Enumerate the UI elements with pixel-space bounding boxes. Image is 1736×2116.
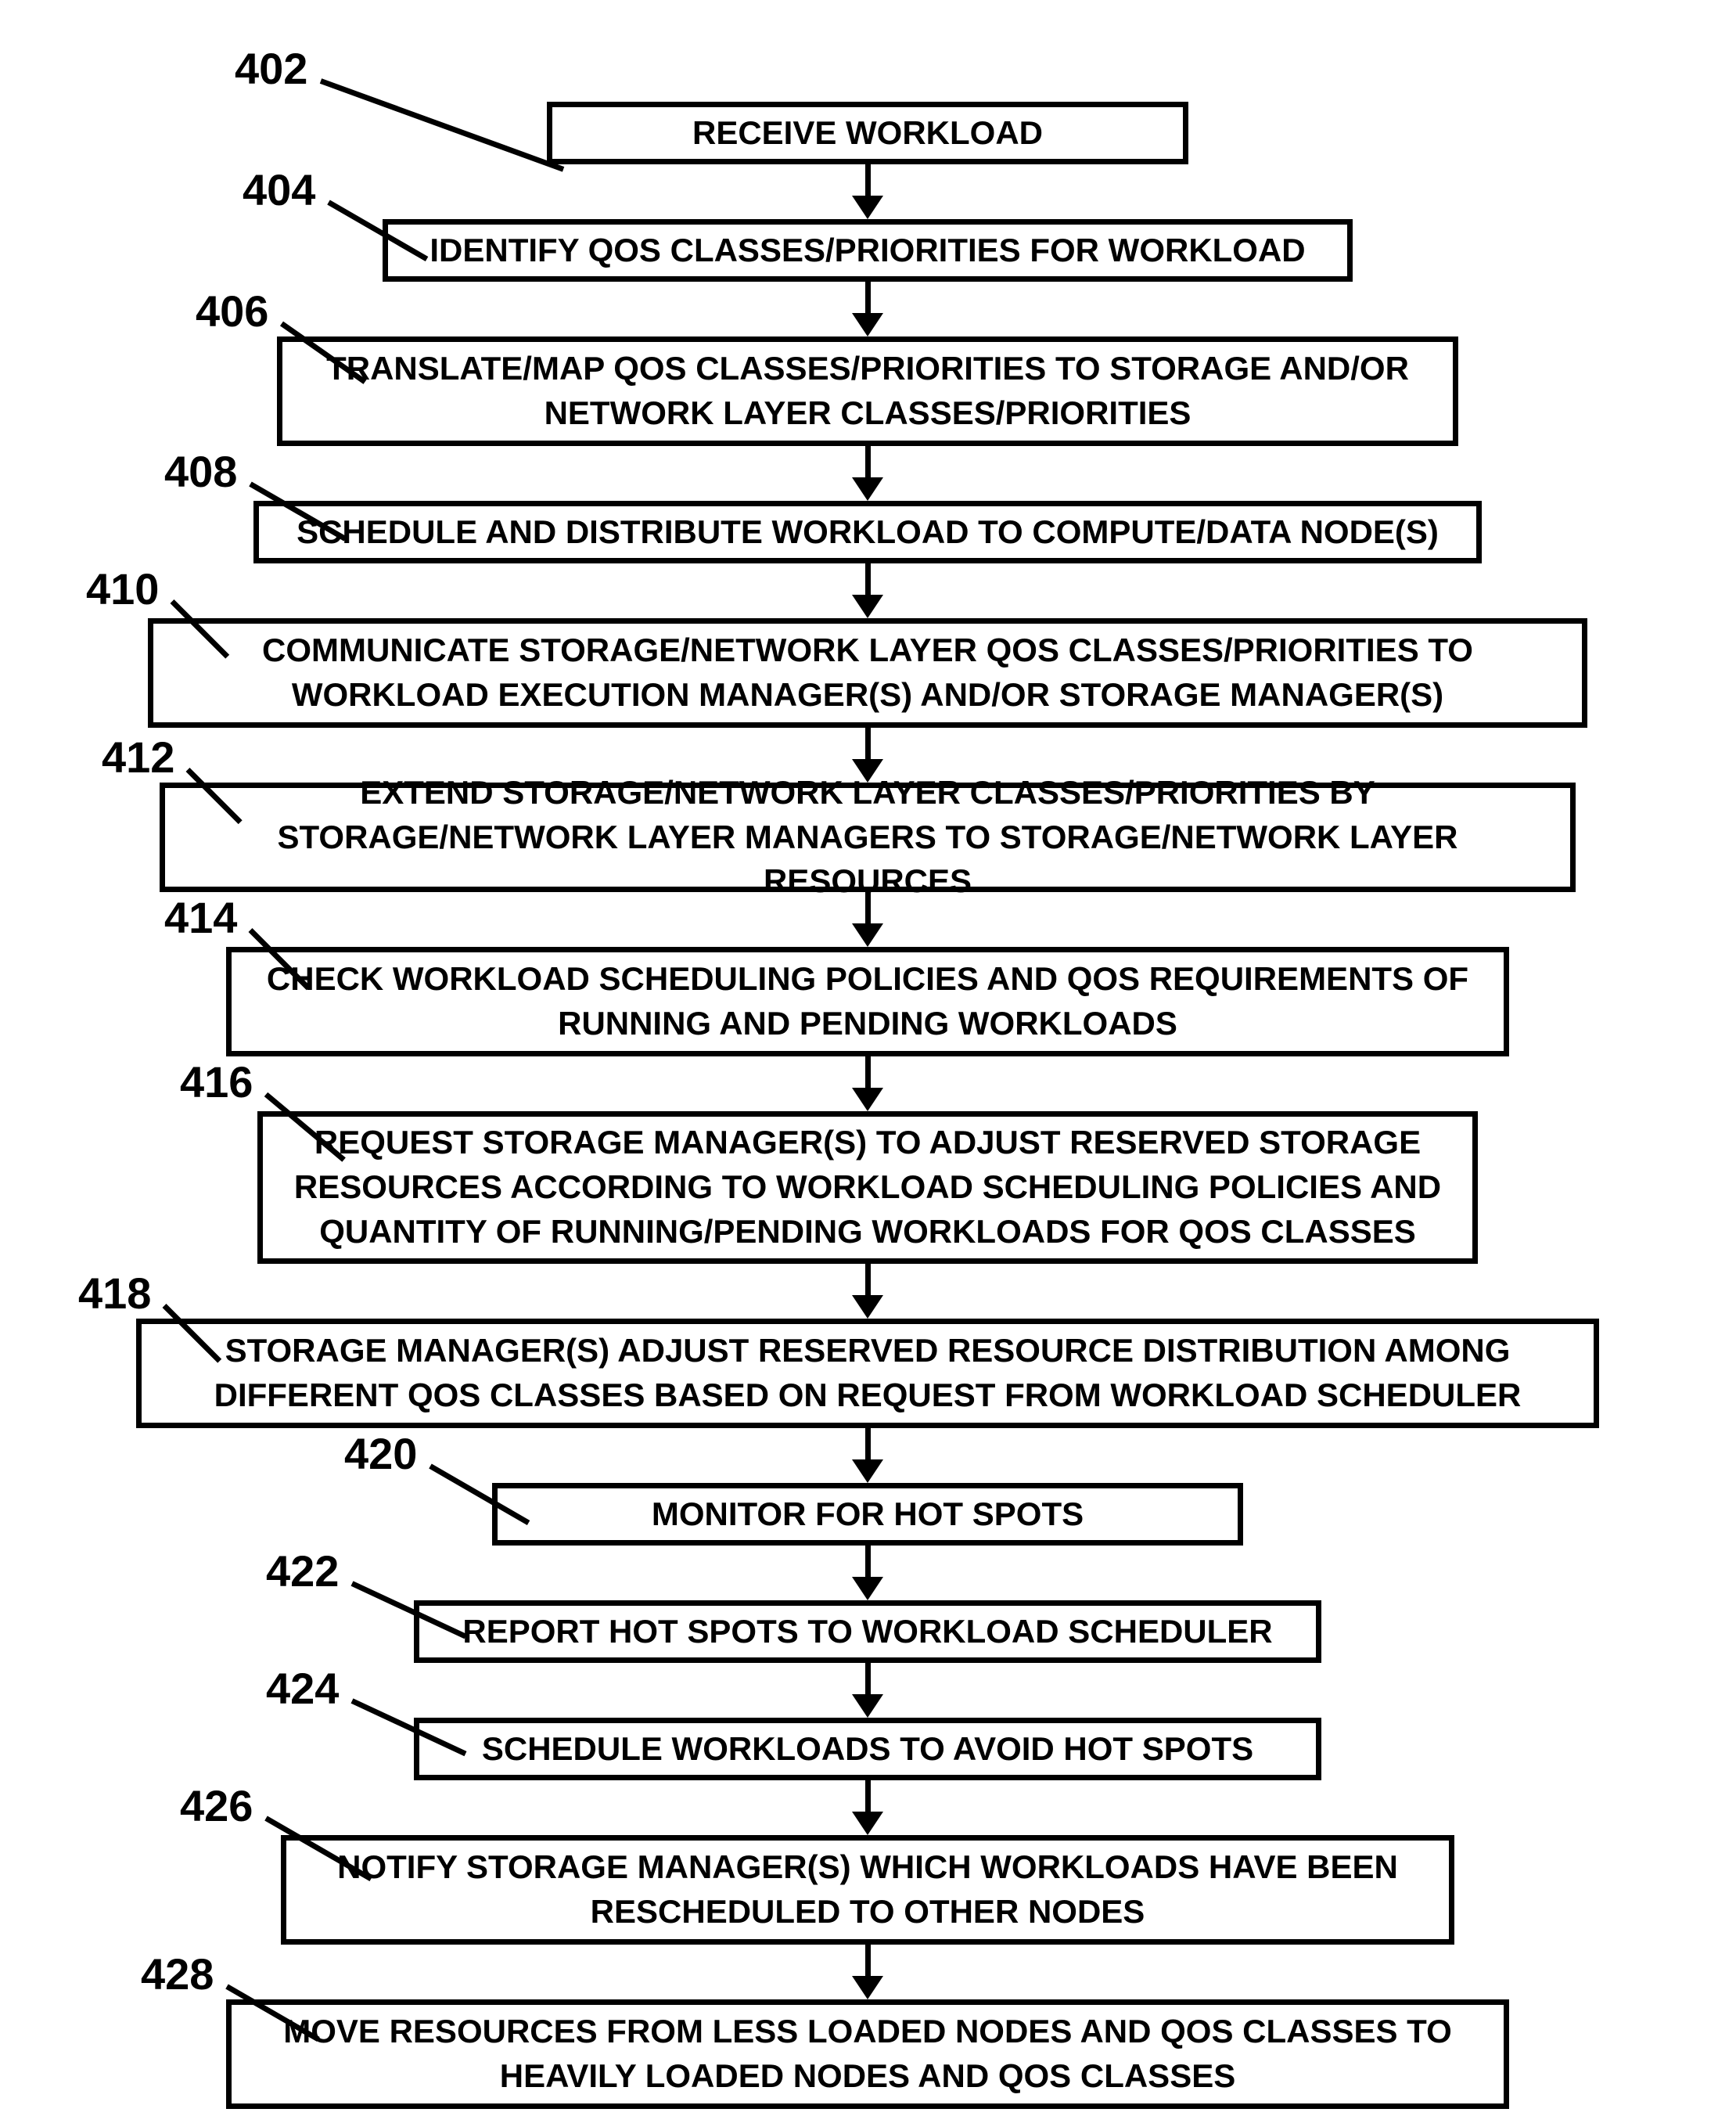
step-ref-402: 402 [235,43,307,94]
arrow-head-icon [852,1577,883,1600]
arrow-down-icon [865,1663,871,1694]
step-ref-410: 410 [86,563,159,614]
arrow-down-icon [865,446,871,477]
flow-step-412: EXTEND STORAGE/NETWORK LAYER CLASSES/PRI… [160,783,1576,892]
flow-step-402: RECEIVE WORKLOAD [547,102,1188,164]
arrow-head-icon [852,1976,883,1999]
arrow-head-icon [852,196,883,219]
arrow-down-icon [865,1780,871,1812]
step-ref-412: 412 [102,732,174,783]
flow-step-424: SCHEDULE WORKLOADS TO AVOID HOT SPOTS [414,1718,1321,1780]
arrow-head-icon [852,313,883,336]
arrow-down-icon [865,563,871,595]
step-ref-420: 420 [344,1428,417,1479]
flow-step-428: MOVE RESOURCES FROM LESS LOADED NODES AN… [226,1999,1509,2109]
flow-step-410: COMMUNICATE STORAGE/NETWORK LAYER QOS CL… [148,618,1587,728]
step-ref-424: 424 [266,1663,339,1714]
flow-step-416: REQUEST STORAGE MANAGER(S) TO ADJUST RES… [257,1111,1478,1264]
arrow-head-icon [852,1694,883,1718]
arrow-head-icon [852,1088,883,1111]
flow-step-418: STORAGE MANAGER(S) ADJUST RESERVED RESOU… [136,1319,1599,1428]
arrow-down-icon [865,892,871,923]
arrow-down-icon [865,1945,871,1976]
arrow-down-icon [865,1428,871,1459]
flow-step-404: IDENTIFY QOS CLASSES/PRIORITIES FOR WORK… [383,219,1353,282]
arrow-head-icon [852,923,883,947]
arrow-head-icon [852,1295,883,1319]
leader-line [320,78,564,171]
step-ref-418: 418 [78,1268,151,1319]
step-ref-428: 428 [141,1949,214,1999]
flow-step-406: TRANSLATE/MAP QOS CLASSES/PRIORITIES TO … [277,336,1458,446]
arrow-head-icon [852,595,883,618]
flow-step-420: MONITOR FOR HOT SPOTS [492,1483,1243,1546]
step-ref-422: 422 [266,1546,339,1596]
step-ref-416: 416 [180,1056,253,1107]
arrow-head-icon [852,477,883,501]
arrow-head-icon [852,1812,883,1835]
step-ref-414: 414 [164,892,237,943]
step-ref-404: 404 [243,164,315,215]
arrow-down-icon [865,728,871,759]
flow-step-414: CHECK WORKLOAD SCHEDULING POLICIES AND Q… [226,947,1509,1056]
step-ref-426: 426 [180,1780,253,1831]
arrow-head-icon [852,1459,883,1483]
arrow-down-icon [865,282,871,313]
arrow-down-icon [865,1264,871,1295]
flowchart-canvas: RECEIVE WORKLOAD 402 IDENTIFY QOS CLASSES/… [0,0,1736,2116]
flow-step-422: REPORT HOT SPOTS TO WORKLOAD SCHEDULER [414,1600,1321,1663]
step-ref-408: 408 [164,446,237,497]
step-ref-406: 406 [196,286,268,336]
arrow-down-icon [865,164,871,196]
arrow-down-icon [865,1546,871,1577]
flow-step-426: NOTIFY STORAGE MANAGER(S) WHICH WORKLOAD… [281,1835,1454,1945]
flow-step-408: SCHEDULE AND DISTRIBUTE WORKLOAD TO COMP… [253,501,1482,563]
arrow-down-icon [865,1056,871,1088]
